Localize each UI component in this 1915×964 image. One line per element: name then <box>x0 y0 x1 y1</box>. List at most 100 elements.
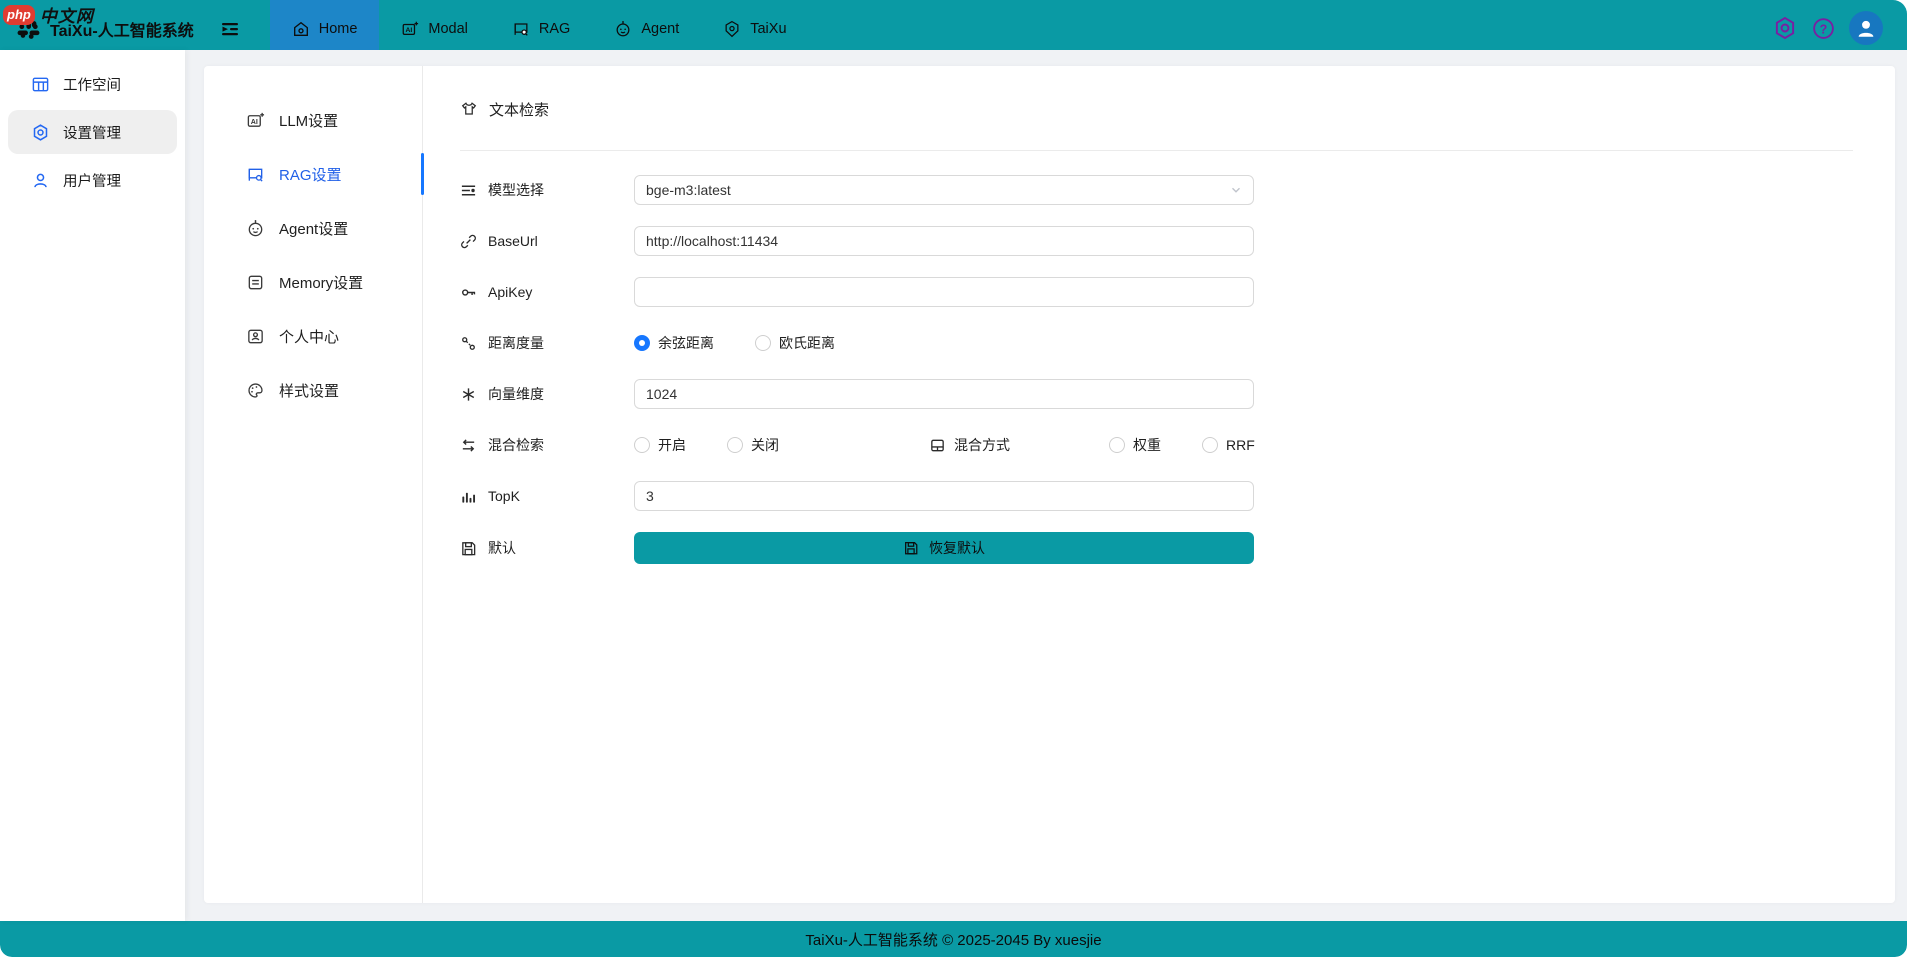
api-key-input[interactable] <box>634 277 1254 307</box>
model-select-row: 模型选择 bge-m3:latest <box>460 175 1853 205</box>
field-label-text: TopK <box>488 488 520 504</box>
sidebar-item-label: 设置管理 <box>63 122 121 143</box>
field-label-text: 向量维度 <box>488 384 544 404</box>
help-button[interactable]: ? <box>1811 16 1836 41</box>
shirt-icon <box>460 100 478 118</box>
base-url-input[interactable] <box>634 226 1254 256</box>
menu-item-label: Memory设置 <box>279 272 363 293</box>
field-label: 默认 <box>460 538 634 558</box>
settings-menu: AI LLM设置 <box>204 66 423 903</box>
field-label-text: 模型选择 <box>488 180 544 200</box>
field-label: TopK <box>460 488 634 505</box>
app-window: php 中文网 TaiXu-人工智能系统 <box>0 0 1907 957</box>
rag-icon <box>512 20 530 38</box>
distance-metric-row: 距离度量 余弦距离 欧氏距离 <box>460 328 1853 358</box>
nav-item-modal[interactable]: AI Modal <box>379 0 490 50</box>
watermark-label: 中文网 <box>40 2 94 27</box>
profile-icon <box>246 327 265 346</box>
header-divider <box>460 150 1853 151</box>
model-select-dropdown[interactable]: bge-m3:latest <box>634 175 1254 205</box>
radio-euclidean-distance[interactable]: 欧氏距离 <box>755 333 835 353</box>
menu-item-style[interactable]: 样式设置 <box>204 363 422 417</box>
menu-item-label: Agent设置 <box>279 218 348 239</box>
field-label-text: ApiKey <box>488 284 532 300</box>
left-sidebar: 工作空间 设置管理 用户管理 <box>0 50 185 921</box>
hybrid-icon <box>460 437 477 454</box>
restore-default-row: 默认 恢复默认 <box>460 532 1853 564</box>
workspace-icon <box>31 75 50 94</box>
user-avatar[interactable] <box>1849 11 1883 45</box>
radio-mode-rrf[interactable]: RRF <box>1202 437 1255 453</box>
field-label-text: 默认 <box>488 538 516 558</box>
radio-hybrid-off[interactable]: 关闭 <box>727 435 779 455</box>
field-label: ApiKey <box>460 284 634 301</box>
radio-mode-weight[interactable]: 权重 <box>1109 435 1161 455</box>
hybrid-search-row: 混合检索 开启 关闭 <box>460 430 1853 460</box>
menu-item-llm[interactable]: AI LLM设置 <box>204 93 422 147</box>
radio-dot <box>1202 437 1218 453</box>
restore-default-button[interactable]: 恢复默认 <box>634 532 1254 564</box>
save-icon <box>903 540 919 556</box>
vector-dim-input[interactable] <box>634 379 1254 409</box>
base-url-row: BaseUrl <box>460 226 1853 256</box>
main-area: AI LLM设置 <box>185 50 1907 921</box>
menu-item-rag[interactable]: RAG设置 <box>204 147 422 201</box>
radio-hybrid-on[interactable]: 开启 <box>634 435 686 455</box>
menu-item-memory[interactable]: Memory设置 <box>204 255 422 309</box>
agent-icon <box>246 219 265 238</box>
mode-icon <box>929 437 946 454</box>
rag-icon <box>246 165 265 184</box>
menu-item-label: LLM设置 <box>279 110 338 131</box>
menu-item-agent[interactable]: Agent设置 <box>204 201 422 255</box>
field-label: 向量维度 <box>460 384 634 404</box>
sidebar-item-workspace[interactable]: 工作空间 <box>8 62 177 106</box>
taixu-icon <box>723 20 741 38</box>
nav-item-agent[interactable]: Agent <box>592 0 701 50</box>
menu-item-label: 个人中心 <box>279 326 339 347</box>
modal-icon: AI <box>401 20 419 38</box>
collapse-icon <box>220 19 240 39</box>
chevron-down-icon <box>1229 183 1243 197</box>
nav-item-taixu[interactable]: TaiXu <box>701 0 808 50</box>
menu-item-label: 样式设置 <box>279 380 339 401</box>
chart-bars-icon <box>460 488 477 505</box>
radio-dot <box>634 437 650 453</box>
nav-item-home[interactable]: Home <box>270 0 380 50</box>
svg-text:AI: AI <box>251 117 258 125</box>
sidebar-item-settings[interactable]: 设置管理 <box>8 110 177 154</box>
sidebar-item-label: 工作空间 <box>63 74 121 95</box>
restore-default-label: 恢复默认 <box>929 538 985 558</box>
sidebar-collapse-button[interactable] <box>194 0 240 50</box>
users-icon <box>31 171 50 190</box>
field-label: 模型选择 <box>460 180 634 200</box>
field-label: BaseUrl <box>460 233 634 250</box>
field-label-text: 距离度量 <box>488 333 544 353</box>
settings-card: AI LLM设置 <box>204 66 1895 903</box>
site-watermark: php 中文网 <box>3 2 94 27</box>
distance-icon <box>460 335 477 352</box>
section-title: 文本检索 <box>489 99 549 120</box>
top-navbar: php 中文网 TaiXu-人工智能系统 <box>0 0 1907 50</box>
gear-icon <box>31 123 50 142</box>
topk-input[interactable] <box>634 481 1254 511</box>
nav-label: Agent <box>641 21 679 37</box>
settings-gear-button[interactable] <box>1772 15 1798 41</box>
memory-icon <box>246 273 265 292</box>
menu-item-profile[interactable]: 个人中心 <box>204 309 422 363</box>
model-select-value: bge-m3:latest <box>646 182 731 198</box>
save-icon <box>460 540 477 557</box>
llm-icon: AI <box>246 111 265 130</box>
rag-settings-form: 文本检索 模型选择 <box>423 66 1895 903</box>
dimension-icon <box>460 386 477 403</box>
sidebar-item-label: 用户管理 <box>63 170 121 191</box>
vector-dim-row: 向量维度 <box>460 379 1853 409</box>
radio-cosine-distance[interactable]: 余弦距离 <box>634 333 714 353</box>
nav-item-rag[interactable]: RAG <box>490 0 592 50</box>
nav-label: Modal <box>428 21 468 37</box>
radio-dot <box>1109 437 1125 453</box>
svg-text:?: ? <box>1820 22 1828 36</box>
main-nav: Home AI Modal <box>270 0 809 50</box>
navbar-actions: ? <box>1772 0 1907 50</box>
sidebar-item-users[interactable]: 用户管理 <box>8 158 177 202</box>
filter-icon <box>460 182 477 199</box>
